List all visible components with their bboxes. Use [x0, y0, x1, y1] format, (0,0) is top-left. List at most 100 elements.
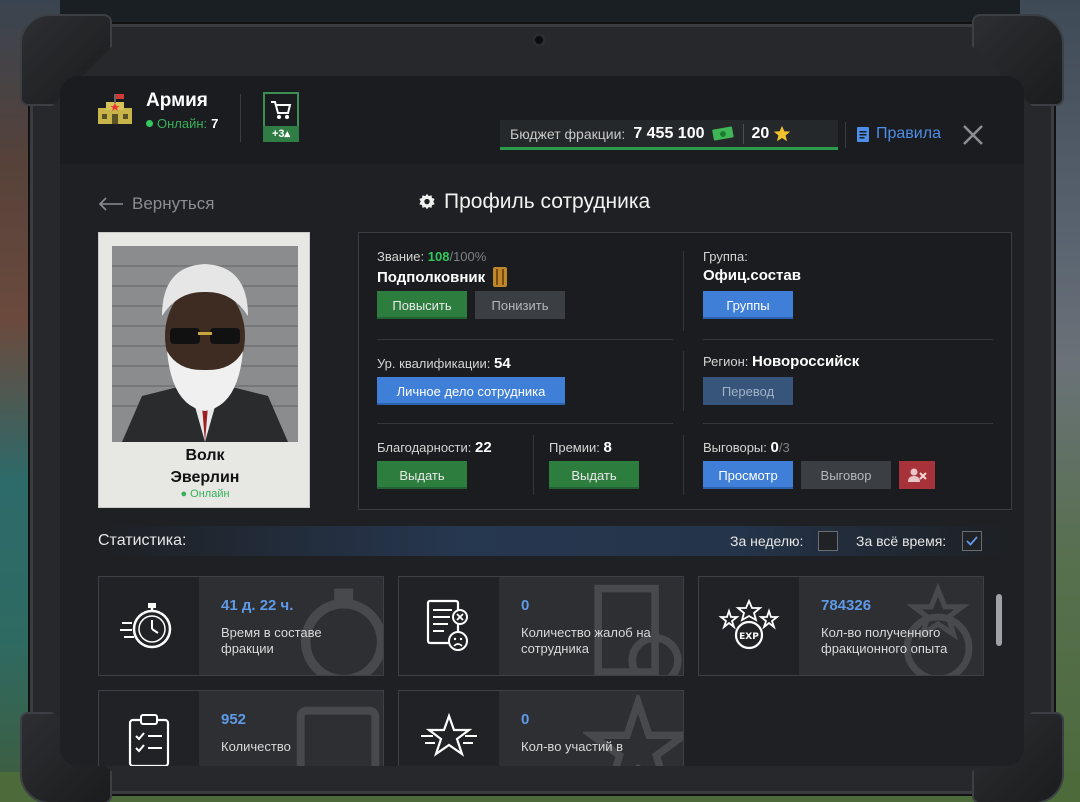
header-divider: [240, 94, 241, 142]
stat-description: Количество: [221, 739, 291, 754]
faction-name: Армия: [146, 90, 208, 111]
complaint-document-icon: [426, 599, 468, 651]
rank-row: Звание: 108/100%: [377, 249, 486, 264]
stat-description: Кол-во участий в: [521, 739, 624, 754]
stat-card: 0 Кол-во участий в: [398, 690, 684, 766]
mugshot-illustration: [112, 246, 298, 442]
employee-last-name: Эверлин: [170, 469, 240, 486]
user-remove-icon: [908, 468, 927, 482]
stat-card: 952 Количество: [98, 690, 384, 766]
stat-card-icon-box: [399, 577, 499, 675]
reprimand-max: /3: [778, 440, 790, 455]
stopwatch-icon: [120, 603, 172, 649]
close-icon[interactable]: [960, 122, 986, 148]
employee-mugshot: [112, 246, 298, 442]
stat-card-icon-box: [399, 691, 499, 766]
stat-value: 784326: [821, 597, 872, 614]
reprimand-label: Выговоры:: [703, 440, 767, 455]
demote-button[interactable]: Понизить: [475, 291, 565, 319]
stat-description: Кол-во полученного фракционного опыта: [821, 625, 948, 656]
thanks-row: Благодарности: 22: [377, 439, 492, 456]
week-filter-checkbox[interactable]: [818, 531, 838, 551]
stat-card-icon-box: [99, 691, 199, 766]
rules-link[interactable]: Правила: [856, 125, 941, 143]
view-reprimands-button[interactable]: Просмотр: [703, 461, 793, 489]
divider: [703, 423, 993, 424]
back-button[interactable]: Вернуться: [98, 194, 215, 214]
page-title: Профиль сотрудника: [418, 190, 650, 214]
employee-online-status: ● Онлайн: [180, 488, 230, 500]
bonus-row: Премии: 8: [549, 439, 612, 456]
budget-separator: [742, 123, 744, 144]
rules-label: Правила: [876, 125, 941, 142]
stat-value: 41 д. 22 ч.: [221, 597, 294, 614]
thanks-label: Благодарности:: [377, 440, 472, 455]
arrow-left-icon: [98, 197, 123, 211]
region-value: Новороссийск: [751, 353, 860, 370]
stat-card: EXP 784326 Кол-во полученного фракционно…: [698, 576, 984, 676]
tablet-frame: Армия Онлайн: 7 +3▴ Бюджет фракции: 7 45…: [20, 14, 1064, 802]
employee-info-panel: Звание: 108/100% Подполковник Повысить П…: [358, 232, 1012, 510]
bonus-value: 8: [603, 439, 612, 456]
reprimand-row: Выговоры: 0/3: [703, 439, 790, 456]
exp-stars-icon: EXP: [718, 598, 780, 650]
remove-employee-button[interactable]: [899, 461, 935, 489]
groups-button[interactable]: Группы: [703, 291, 793, 319]
rank-label: Звание:: [377, 249, 425, 264]
rank-progress: 108: [427, 249, 450, 264]
online-label: Онлайн:: [157, 116, 208, 131]
tablet-camera: [532, 33, 546, 47]
group-label: Группа:: [703, 249, 748, 264]
reprimand-button[interactable]: Выговор: [801, 461, 891, 489]
divider: [683, 251, 684, 331]
transfer-button[interactable]: Перевод: [703, 377, 793, 405]
stat-card-icon-box: EXP: [699, 577, 799, 675]
divider: [377, 339, 673, 340]
star-icon: [774, 125, 791, 141]
money-icon: [711, 126, 734, 141]
stat-card: 0 Количество жалоб на сотрудника: [398, 576, 684, 676]
cart-badge: +3▴: [263, 126, 299, 142]
divider: [533, 435, 534, 495]
employee-photo-card: Волк Эверлин ● Онлайн: [98, 232, 310, 508]
cart-badge-count: +3: [271, 128, 285, 140]
army-base-icon: [98, 94, 132, 124]
promote-button[interactable]: Повысить: [377, 291, 467, 319]
bonus-label: Премии:: [549, 440, 600, 455]
budget-value: 7 455 100: [633, 124, 705, 142]
employee-first-name: Волк: [185, 447, 225, 464]
checkmark-icon: [966, 536, 978, 546]
rank-name-row: Подполковник: [377, 267, 508, 287]
reprimand-value: 0: [770, 439, 779, 456]
divider: [683, 435, 684, 495]
stat-value: 0: [521, 597, 530, 614]
tablet-screen: Армия Онлайн: 7 +3▴ Бюджет фракции: 7 45…: [60, 76, 1024, 766]
stars-value: 20: [751, 124, 770, 142]
gear-icon: [419, 193, 435, 210]
shop-cart-button[interactable]: +3▴: [263, 92, 299, 144]
give-thanks-button[interactable]: Выдать: [377, 461, 467, 489]
week-filter-label: За неделю:: [730, 533, 804, 549]
clipboard-checklist-icon: [128, 714, 170, 766]
all-time-filter-checkbox[interactable]: [962, 531, 982, 551]
divider: [703, 339, 993, 340]
give-bonus-button[interactable]: Выдать: [549, 461, 639, 489]
back-label: Вернуться: [132, 194, 215, 213]
online-count: 7: [211, 116, 219, 131]
star-watermark-icon: [583, 695, 683, 766]
svg-text:EXP: EXP: [739, 632, 759, 642]
personal-file-button[interactable]: Личное дело сотрудника: [377, 377, 565, 405]
clipboard-watermark-icon: [296, 706, 380, 766]
document-icon: [857, 126, 869, 142]
stat-description: Количество жалоб на сотрудника: [521, 625, 651, 656]
page-title-text: Профиль сотрудника: [444, 190, 651, 213]
faction-online-status: Онлайн: 7: [146, 116, 218, 131]
divider: [683, 351, 684, 411]
rank-name: Подполковник: [377, 268, 486, 286]
winged-star-icon: [421, 712, 477, 757]
rank-progress-max: /100%: [449, 249, 487, 264]
stat-value: 0: [521, 711, 530, 728]
scrollbar-thumb[interactable]: [996, 594, 1002, 646]
stat-card-icon-box: [99, 577, 199, 675]
qualification-row: Ур. квалификации: 54: [377, 355, 511, 372]
